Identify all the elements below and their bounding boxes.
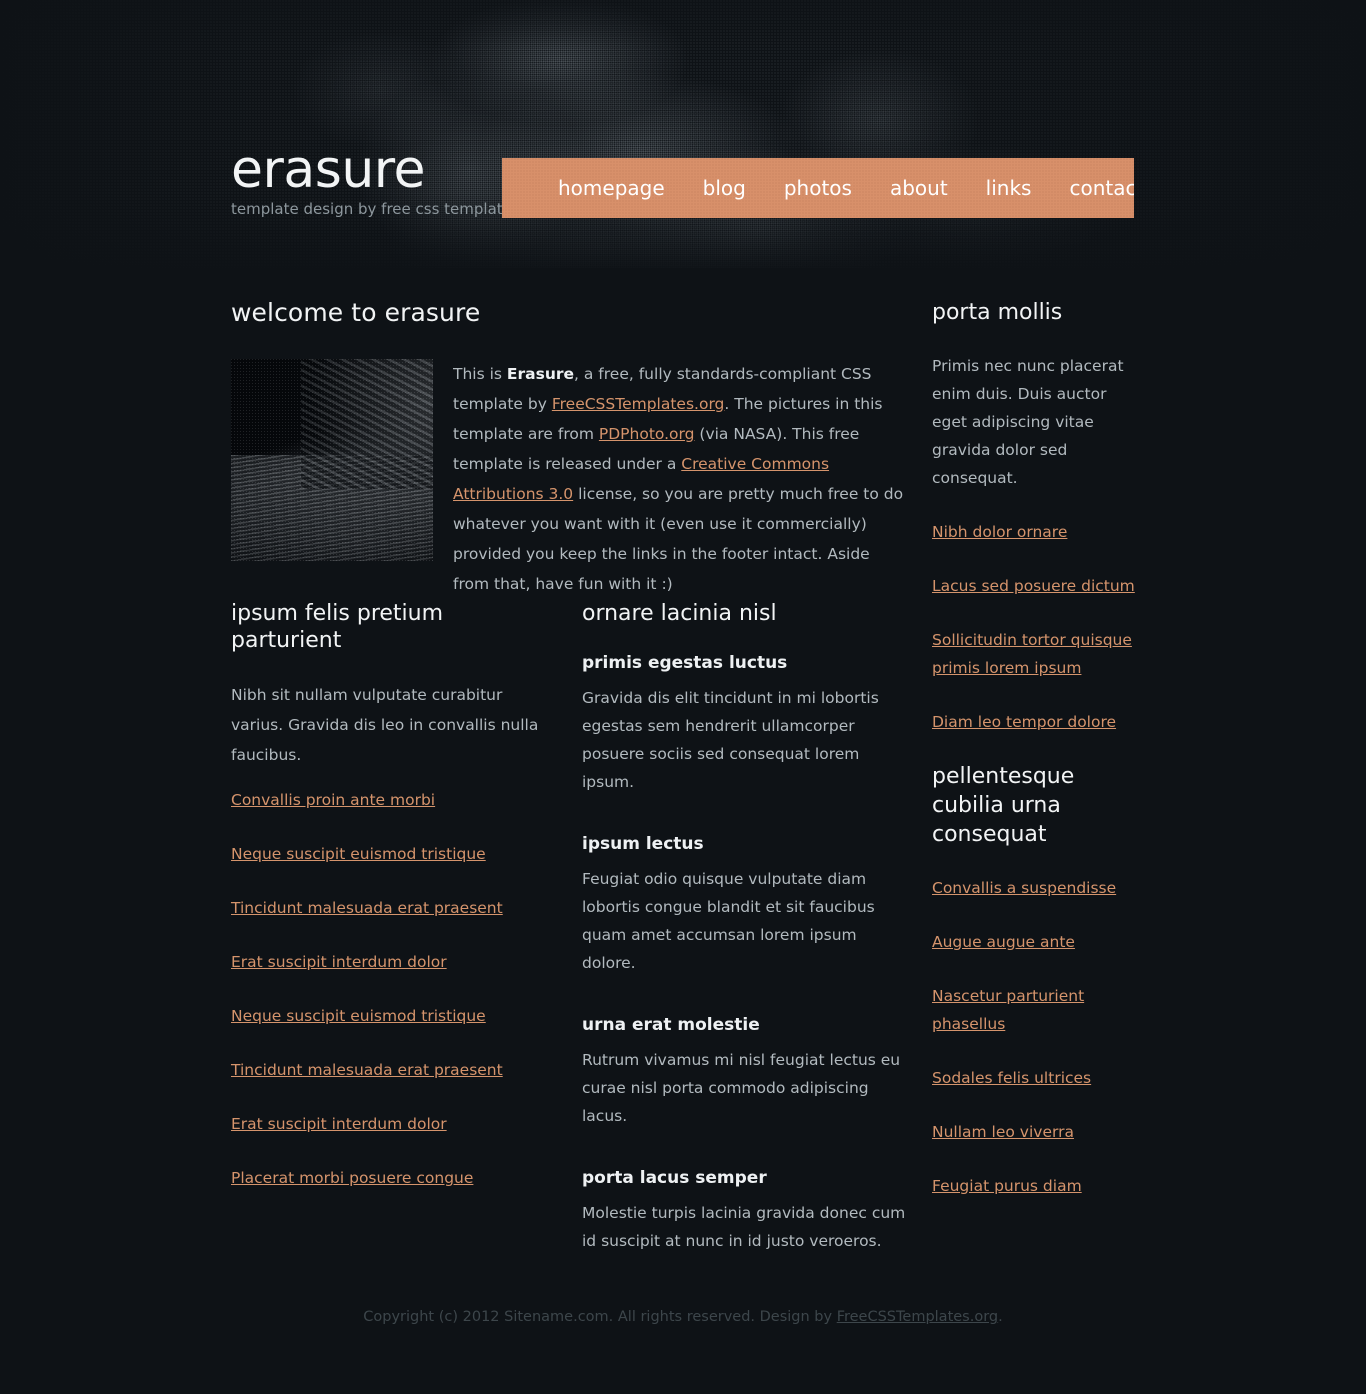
nav-link-contact[interactable]: contact: [1050, 158, 1134, 218]
sidebar2-link-1[interactable]: Convallis a suspendisse: [932, 879, 1116, 897]
list-item[interactable]: Diam leo tempor dolore: [932, 708, 1137, 736]
col1-link-list: Convallis proin ante morbi Neque suscipi…: [231, 786, 551, 1192]
sidebar2-link-3[interactable]: Nascetur parturient phasellus: [932, 987, 1084, 1033]
logo-tagline: template design by free css templates: [231, 200, 520, 218]
list-item[interactable]: Nullam leo viverra: [932, 1118, 1137, 1146]
list-item[interactable]: Neque suscipit euismod tristique: [231, 1002, 551, 1030]
sidebar2-link-5[interactable]: Nullam leo viverra: [932, 1123, 1074, 1141]
col2-block-3-heading: urna erat molestie: [582, 1015, 760, 1035]
col2-block-1: primis egestas luctus Gravida dis elit t…: [582, 653, 912, 796]
welcome-section: welcome to erasure This is Erasure, a fr…: [231, 298, 909, 599]
list-item[interactable]: Tincidunt malesuada erat praesent: [231, 1056, 551, 1084]
sidebar1-link-3[interactable]: Sollicitudin tortor quisque primis lorem…: [932, 631, 1132, 677]
welcome-paragraph: This is Erasure, a free, fully standards…: [453, 359, 909, 599]
sidebar-block-1-paragraph: Primis nec nunc placerat enim duis. Duis…: [932, 357, 1124, 487]
col1-link-1[interactable]: Convallis proin ante morbi: [231, 791, 435, 809]
list-item[interactable]: Nibh dolor ornare: [932, 518, 1137, 546]
col2-block-3: urna erat molestie Rutrum vivamus mi nis…: [582, 1015, 912, 1130]
sidebar-block-2-title: pellentesque cubilia urna consequat: [932, 764, 1075, 847]
sidebar: porta mollis Primis nec nunc placerat en…: [932, 298, 1137, 1226]
col2-block-4-heading: porta lacus semper: [582, 1168, 767, 1188]
sidebar1-link-4[interactable]: Diam leo tempor dolore: [932, 713, 1116, 731]
sidebar-block-1-links: Nibh dolor ornare Lacus sed posuere dict…: [932, 518, 1137, 736]
page-body: welcome to erasure This is Erasure, a fr…: [0, 268, 1366, 1250]
col2-title: ornare lacinia nisl: [582, 601, 777, 626]
footer-link-freecsstemplates[interactable]: FreeCSSTemplates.org: [837, 1309, 998, 1325]
col1-link-8[interactable]: Placerat morbi posuere congue: [231, 1169, 473, 1187]
sidebar1-link-1[interactable]: Nibh dolor ornare: [932, 523, 1067, 541]
col2-block-3-text: Rutrum vivamus mi nisl feugiat lectus eu…: [582, 1051, 901, 1125]
col2-block-2-heading: ipsum lectus: [582, 834, 704, 854]
welcome-emphasis: Erasure: [506, 365, 575, 383]
col2-block-2-text: Feugiat odio quisque vulputate diam lobo…: [582, 870, 875, 972]
sidebar-block-porta-mollis: porta mollis Primis nec nunc placerat en…: [932, 298, 1137, 736]
col1-link-4[interactable]: Erat suscipit interdum dolor: [231, 953, 447, 971]
list-item[interactable]: Lacus sed posuere dictum: [932, 572, 1137, 600]
col1-link-5[interactable]: Neque suscipit euismod tristique: [231, 1007, 486, 1025]
nav-item-contact[interactable]: contact: [1050, 158, 1134, 218]
column-middle: ornare lacinia nisl primis egestas luctu…: [582, 600, 912, 1293]
page-title: welcome to erasure: [231, 298, 481, 327]
footer-text-after: .: [998, 1309, 1003, 1325]
nav-link-photos[interactable]: photos: [765, 158, 871, 218]
list-item[interactable]: Sodales felis ultrices: [932, 1064, 1137, 1092]
list-item[interactable]: Placerat morbi posuere congue: [231, 1164, 551, 1192]
col2-block-2: ipsum lectus Feugiat odio quisque vulput…: [582, 834, 912, 977]
col2-block-1-heading: primis egestas luctus: [582, 653, 788, 673]
col2-block-4-text: Molestie turpis lacinia gravida donec cu…: [582, 1204, 906, 1250]
sidebar-block-pellentesque: pellentesque cubilia urna consequat Conv…: [932, 762, 1137, 1200]
nav-link-blog[interactable]: blog: [684, 158, 765, 218]
welcome-text: This is Erasure, a free, fully standards…: [453, 359, 909, 599]
nav-item-about[interactable]: about: [871, 158, 967, 218]
link-freecsstemplates[interactable]: FreeCSSTemplates.org: [552, 395, 725, 413]
sidebar2-link-2[interactable]: Augue augue ante: [932, 933, 1075, 951]
footer-copyright: Copyright (c) 2012 Sitename.com. All rig…: [0, 1306, 1366, 1328]
list-item[interactable]: Feugiat purus diam: [932, 1172, 1137, 1200]
site-footer: Copyright (c) 2012 Sitename.com. All rig…: [0, 1306, 1366, 1328]
col1-intro: Nibh sit nullam vulputate curabitur vari…: [231, 686, 539, 764]
logo-title: erasure: [231, 140, 426, 200]
nav-item-blog[interactable]: blog: [684, 158, 765, 218]
list-item[interactable]: Convallis proin ante morbi: [231, 786, 551, 814]
welcome-text-1: This is: [453, 365, 507, 383]
header-vignette: [0, 0, 1366, 268]
list-item[interactable]: Neque suscipit euismod tristique: [231, 840, 551, 868]
sidebar2-link-6[interactable]: Feugiat purus diam: [932, 1177, 1082, 1195]
sidebar-block-1-title: porta mollis: [932, 300, 1063, 325]
list-item[interactable]: Sollicitudin tortor quisque primis lorem…: [932, 626, 1137, 682]
nav-list: homepage blog photos about links contact: [502, 158, 1134, 218]
col2-block-4: porta lacus semper Molestie turpis lacin…: [582, 1168, 912, 1255]
nav-item-links[interactable]: links: [967, 158, 1051, 218]
sidebar1-link-2[interactable]: Lacus sed posuere dictum: [932, 577, 1135, 595]
welcome-body: This is Erasure, a free, fully standards…: [231, 359, 909, 599]
list-item[interactable]: Tincidunt malesuada erat praesent: [231, 894, 551, 922]
link-pdphoto[interactable]: PDPhoto.org: [599, 425, 695, 443]
nav-item-homepage[interactable]: homepage: [539, 158, 684, 218]
site-logo[interactable]: erasure template design by free css temp…: [231, 142, 520, 218]
sidebar-block-2-links: Convallis a suspendisse Augue augue ante…: [932, 874, 1137, 1200]
moon-dither-overlay-light: [231, 359, 433, 561]
col1-link-7[interactable]: Erat suscipit interdum dolor: [231, 1115, 447, 1133]
main-navigation: homepage blog photos about links contact: [502, 158, 1134, 218]
nav-item-photos[interactable]: photos: [765, 158, 871, 218]
col1-title: ipsum felis pretium parturient: [231, 601, 444, 653]
column-left: ipsum felis pretium parturient Nibh sit …: [231, 600, 551, 1218]
col1-link-2[interactable]: Neque suscipit euismod tristique: [231, 845, 486, 863]
list-item[interactable]: Erat suscipit interdum dolor: [231, 948, 551, 976]
list-item[interactable]: Erat suscipit interdum dolor: [231, 1110, 551, 1138]
nav-link-homepage[interactable]: homepage: [539, 158, 684, 218]
site-header: erasure template design by free css temp…: [0, 0, 1366, 268]
list-item[interactable]: Nascetur parturient phasellus: [932, 982, 1137, 1038]
sidebar2-link-4[interactable]: Sodales felis ultrices: [932, 1069, 1091, 1087]
nav-link-links[interactable]: links: [967, 158, 1051, 218]
col2-block-1-text: Gravida dis elit tincidunt in mi loborti…: [582, 689, 879, 791]
list-item[interactable]: Augue augue ante: [932, 928, 1137, 956]
col1-link-3[interactable]: Tincidunt malesuada erat praesent: [231, 899, 503, 917]
col1-link-6[interactable]: Tincidunt malesuada erat praesent: [231, 1061, 503, 1079]
list-item[interactable]: Convallis a suspendisse: [932, 874, 1137, 902]
nav-link-about[interactable]: about: [871, 158, 967, 218]
welcome-image: [231, 359, 433, 561]
footer-text-before: Copyright (c) 2012 Sitename.com. All rig…: [363, 1309, 837, 1325]
